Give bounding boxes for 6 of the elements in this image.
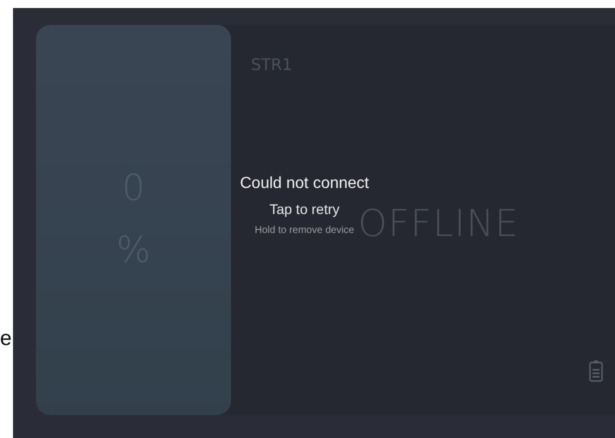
- retry-button[interactable]: Tap to retry: [269, 201, 340, 217]
- cut-label: e: [0, 327, 13, 351]
- hint-text: Hold to remove device: [254, 225, 354, 236]
- battery-icon: [589, 360, 603, 382]
- error-title: Could not connect: [240, 175, 369, 193]
- level-unit: %: [116, 231, 151, 271]
